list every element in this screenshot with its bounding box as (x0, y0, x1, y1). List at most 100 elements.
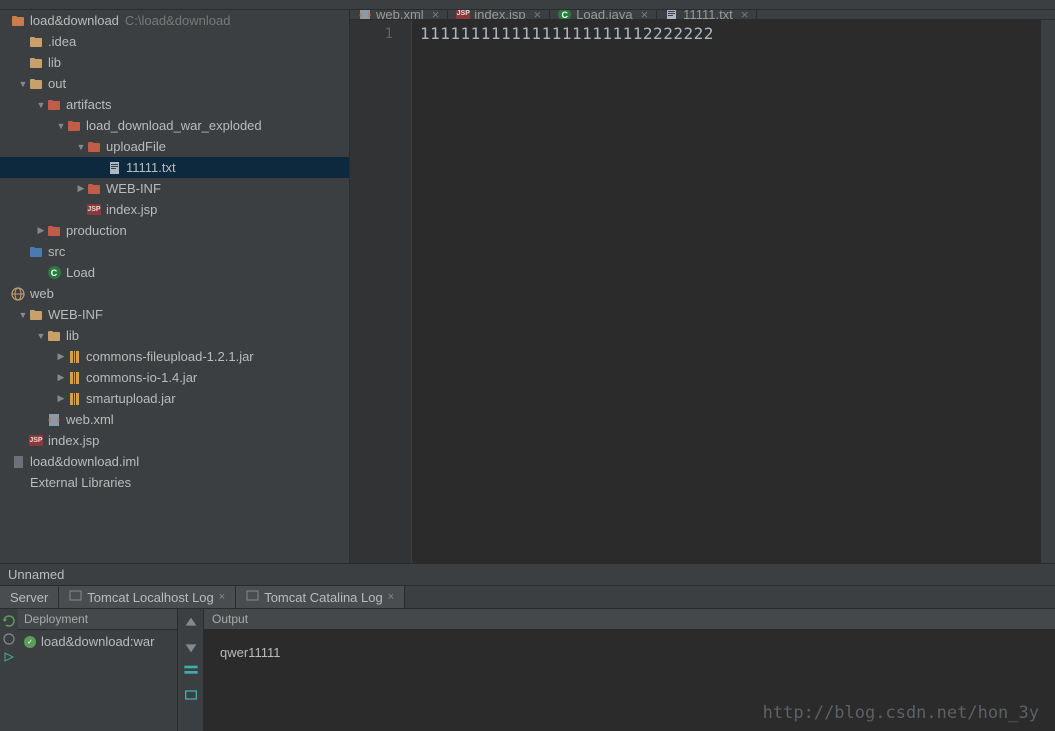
tree-row-web-inf[interactable]: ▼WEB-INF (0, 304, 349, 325)
folder-red-icon (66, 118, 82, 134)
close-icon[interactable]: × (641, 10, 649, 20)
tree-item-label: commons-fileupload-1.2.1.jar (86, 349, 254, 364)
folder-icon (28, 34, 44, 50)
tree-item-label: WEB-INF (106, 181, 161, 196)
tree-arrow-icon (96, 163, 106, 173)
code-content[interactable]: 11111111111111111111112222222 (412, 20, 1041, 563)
editor-tab-index-jsp[interactable]: JSPindex.jsp× (448, 10, 550, 19)
close-icon[interactable]: × (219, 591, 225, 603)
tree-arrow-icon (0, 289, 10, 299)
editor-tab-web-xml[interactable]: web.xml × (350, 10, 448, 19)
tree-row-lib[interactable]: lib (0, 52, 349, 73)
tree-row-external-libraries[interactable]: External Libraries (0, 472, 349, 493)
tree-row-load-download-war-exploded[interactable]: ▼load_download_war_exploded (0, 115, 349, 136)
close-icon[interactable]: × (534, 10, 542, 20)
tree-arrow-icon[interactable]: ▼ (76, 142, 86, 152)
tree-item-label: out (48, 76, 66, 91)
xml-icon (46, 412, 62, 428)
tree-arrow-icon (0, 457, 10, 467)
tree-arrow-icon[interactable]: ▼ (18, 310, 28, 320)
tomcat-icon (246, 589, 259, 605)
console-tabs[interactable]: Server Tomcat Localhost Log×Tomcat Catali… (0, 585, 1055, 609)
tab-label: 11111.txt (683, 10, 733, 20)
console-tab-tomcat-catalina-log[interactable]: Tomcat Catalina Log× (236, 586, 405, 608)
close-icon[interactable]: × (741, 10, 749, 20)
tree-row--idea[interactable]: .idea (0, 31, 349, 52)
run-stop-icon[interactable] (3, 633, 15, 645)
editor-tab-11111-txt[interactable]: 11111.txt × (657, 10, 757, 19)
tree-item-label: External Libraries (30, 475, 131, 490)
tree-row-smartupload-jar[interactable]: ▶smartupload.jar (0, 388, 349, 409)
scroll-up-icon[interactable] (183, 615, 199, 631)
project-tree[interactable]: load&downloadC:\load&download.idealib▼ou… (0, 10, 349, 493)
folder-icon (28, 76, 44, 92)
editor-tab-load-java[interactable]: CLoad.java× (550, 10, 657, 19)
project-sidebar[interactable]: load&downloadC:\load&download.idealib▼ou… (0, 10, 350, 563)
tree-arrow-icon[interactable]: ▼ (56, 121, 66, 131)
tree-arrow-icon[interactable]: ▶ (56, 352, 66, 362)
close-icon[interactable]: × (388, 591, 394, 603)
scroll-down-icon[interactable] (183, 639, 199, 655)
tree-row-commons-fileupload-1-2-1-jar[interactable]: ▶ commons-fileupload-1.2.1.jar (0, 346, 349, 367)
jar-icon (66, 391, 82, 407)
watermark: http://blog.csdn.net/hon_3y (763, 703, 1039, 723)
editor-body[interactable]: 1 11111111111111111111112222222 (350, 20, 1055, 563)
tree-row-uploadfile[interactable]: ▼uploadFile (0, 136, 349, 157)
run-restart-icon[interactable] (3, 651, 15, 663)
status-ok-icon: ✓ (24, 636, 36, 648)
output-text[interactable]: qwer11111 http://blog.csdn.net/hon_3y (204, 630, 1055, 731)
tree-item-label: index.jsp (106, 202, 157, 217)
tree-arrow-icon (18, 37, 28, 47)
tree-row-index-jsp[interactable]: JSPindex.jsp (0, 430, 349, 451)
tree-row-production[interactable]: ▶ production (0, 220, 349, 241)
editor-tabs-bar[interactable]: web.xml×JSPindex.jsp×CLoad.java×11111.tx… (350, 10, 1055, 20)
tree-row-load-download-iml[interactable]: load&download.iml (0, 451, 349, 472)
tree-row-web-xml[interactable]: web.xml (0, 409, 349, 430)
tree-arrow-icon[interactable]: ▼ (36, 100, 46, 110)
editor-scrollbar[interactable] (1041, 20, 1055, 563)
tree-row-load[interactable]: CLoad (0, 262, 349, 283)
close-icon[interactable]: × (432, 10, 440, 20)
tree-arrow-icon[interactable]: ▼ (36, 331, 46, 341)
run-side-toolbar[interactable] (0, 609, 18, 731)
tomcat-icon (69, 589, 82, 605)
tree-row-src[interactable]: src (0, 241, 349, 262)
deployment-item[interactable]: ✓ load&download:war (18, 630, 177, 653)
tree-row-artifacts[interactable]: ▼artifacts (0, 94, 349, 115)
tree-row-load-download[interactable]: load&downloadC:\load&download (0, 10, 349, 31)
tree-arrow-icon[interactable]: ▼ (18, 79, 28, 89)
xml-icon (358, 10, 371, 20)
console-tab-tomcat-localhost-log[interactable]: Tomcat Localhost Log× (59, 586, 236, 608)
output-line: qwer11111 (220, 645, 280, 660)
tree-arrow-icon (0, 478, 10, 488)
tree-arrow-icon[interactable]: ▶ (56, 394, 66, 404)
print-icon[interactable] (183, 687, 199, 703)
tree-row-index-jsp[interactable]: JSPindex.jsp (0, 199, 349, 220)
tree-item-label: load&download.iml (30, 454, 139, 469)
tree-row-web[interactable]: web (0, 283, 349, 304)
console-tab-label: Server (10, 590, 48, 605)
tab-label: web.xml (376, 10, 424, 20)
tree-row-out[interactable]: ▼ out (0, 73, 349, 94)
tree-item-label: 11111.txt (126, 160, 176, 175)
tree-row-11111-txt[interactable]: 11111.txt (0, 157, 349, 178)
soft-wrap-icon[interactable] (183, 663, 199, 679)
tree-row-web-inf[interactable]: ▶ WEB-INF (0, 178, 349, 199)
tree-row-lib[interactable]: ▼lib (0, 325, 349, 346)
output-toolbar[interactable] (178, 609, 204, 731)
deployment-item-label: load&download:war (41, 634, 154, 649)
tree-item-path: C:\load&download (125, 13, 231, 28)
editor-area: web.xml×JSPindex.jsp×CLoad.java×11111.tx… (350, 10, 1055, 563)
console-tab-server[interactable]: Server (0, 586, 59, 608)
tree-arrow-icon[interactable]: ▶ (56, 373, 66, 383)
tree-arrow-icon[interactable]: ▶ (36, 226, 46, 236)
run-rerun-icon[interactable] (3, 615, 15, 627)
tree-row-commons-io-1-4-jar[interactable]: ▶commons-io-1.4.jar (0, 367, 349, 388)
tree-item-label: .idea (48, 34, 76, 49)
tree-arrow-icon[interactable]: ▶ (76, 184, 86, 194)
tree-item-label: web.xml (66, 412, 114, 427)
folder-icon (46, 328, 62, 344)
folder-icon (28, 55, 44, 71)
output-header: Output (204, 609, 1055, 630)
tree-item-label: production (66, 223, 127, 238)
